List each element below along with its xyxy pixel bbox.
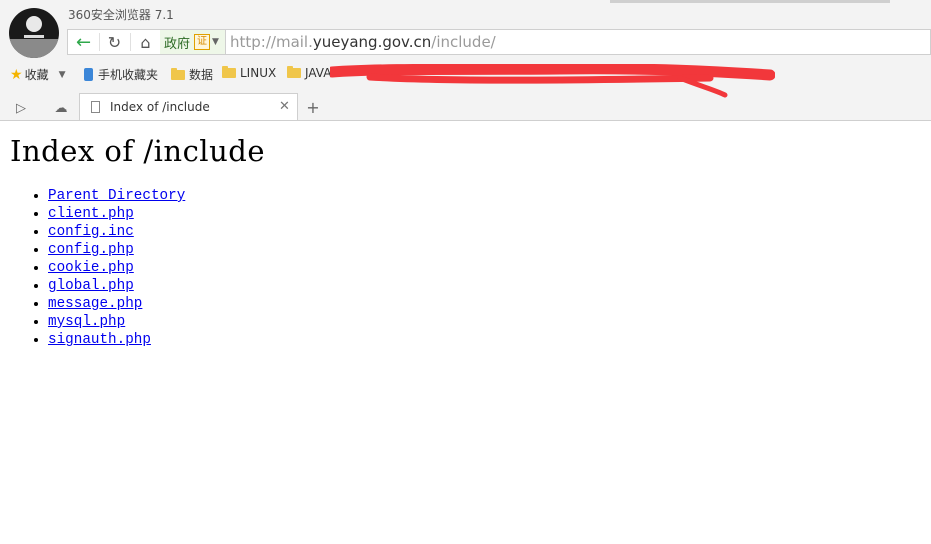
home-icon: ⌂ [140,32,151,52]
refresh-icon: ↻ [107,32,122,52]
url-path: /include/ [431,33,496,51]
url-prefix: http://mail. [230,33,313,51]
url-domain: yueyang.gov.cn [312,33,432,51]
list-item: Parent Directory [48,187,185,205]
list-item: signauth.php [48,331,185,349]
link-parent-directory[interactable]: Parent Directory [48,188,185,204]
link-message-php[interactable]: message.php [48,296,142,312]
tab-title: Index of /include [110,100,210,114]
link-config-php[interactable]: config.php [48,242,134,258]
gov-label: 政府 [164,36,191,52]
address-bar[interactable]: http://mail.yueyang.gov.cn/include/ [230,33,496,51]
link-client-php[interactable]: client.php [48,206,134,222]
back-arrow-icon: ← [75,31,92,53]
new-tab-button[interactable]: + [303,96,323,118]
chevron-down-icon[interactable]: ▼ [59,70,66,80]
close-icon[interactable]: ✕ [279,99,290,114]
link-mysql-php[interactable]: mysql.php [48,314,125,330]
bookmark-folder-java[interactable]: JAVA [287,66,331,80]
list-item: message.php [48,295,185,313]
bookmark-folder-data[interactable]: 数据 [171,66,213,83]
tab-bar: ▷ ☁ Index of /include ✕ + [0,93,931,121]
tab-active[interactable]: Index of /include ✕ [79,93,298,121]
page-content: Index of /include Parent Directory clien… [0,121,931,544]
link-config-inc[interactable]: config.inc [48,224,134,240]
navigation-bar: ← ↻ ⌂ 政府 证 ▼ http://mail.yueyang.gov.cn/… [67,29,931,55]
page-icon [91,101,100,113]
back-button[interactable]: ← [68,30,99,54]
chevron-down-icon: ▼ [212,37,219,47]
link-signauth-php[interactable]: signauth.php [48,332,151,348]
bookmark-favorites[interactable]: ★ 收藏 ▼ [10,66,66,83]
bookmark-mobile[interactable]: 手机收藏夹 [84,66,158,83]
list-item: config.php [48,241,185,259]
gov-site-badge[interactable]: 政府 证 ▼ [160,30,226,54]
list-item: cookie.php [48,259,185,277]
list-item: mysql.php [48,313,185,331]
list-item: client.php [48,205,185,223]
bookmark-folder-linux[interactable]: LINUX [222,66,276,80]
browser-chrome: 360安全浏览器 7.1 ← ↻ ⌂ 政府 证 ▼ http://mail.yu… [0,0,931,121]
page-title: Index of /include [10,134,265,168]
app-title: 360安全浏览器 7.1 [68,8,174,22]
list-item: global.php [48,277,185,295]
plus-icon: + [306,97,320,117]
link-global-php[interactable]: global.php [48,278,134,294]
window-edge [610,0,890,3]
list-item: config.inc [48,223,185,241]
cloud-icon[interactable]: ☁ [50,97,72,119]
link-cookie-php[interactable]: cookie.php [48,260,134,276]
directory-listing: Parent Directory client.php config.inc c… [0,187,185,349]
star-icon: ★ [10,66,23,83]
folder-icon [171,67,185,80]
sidebar-toggle-icon[interactable]: ▷ [10,97,32,119]
folder-icon [222,66,236,78]
avatar[interactable] [9,8,59,58]
phone-icon [84,68,93,81]
home-button[interactable]: ⌂ [130,30,161,54]
refresh-button[interactable]: ↻ [99,30,130,54]
folder-icon [287,66,301,78]
certificate-icon: 证 [194,34,211,50]
